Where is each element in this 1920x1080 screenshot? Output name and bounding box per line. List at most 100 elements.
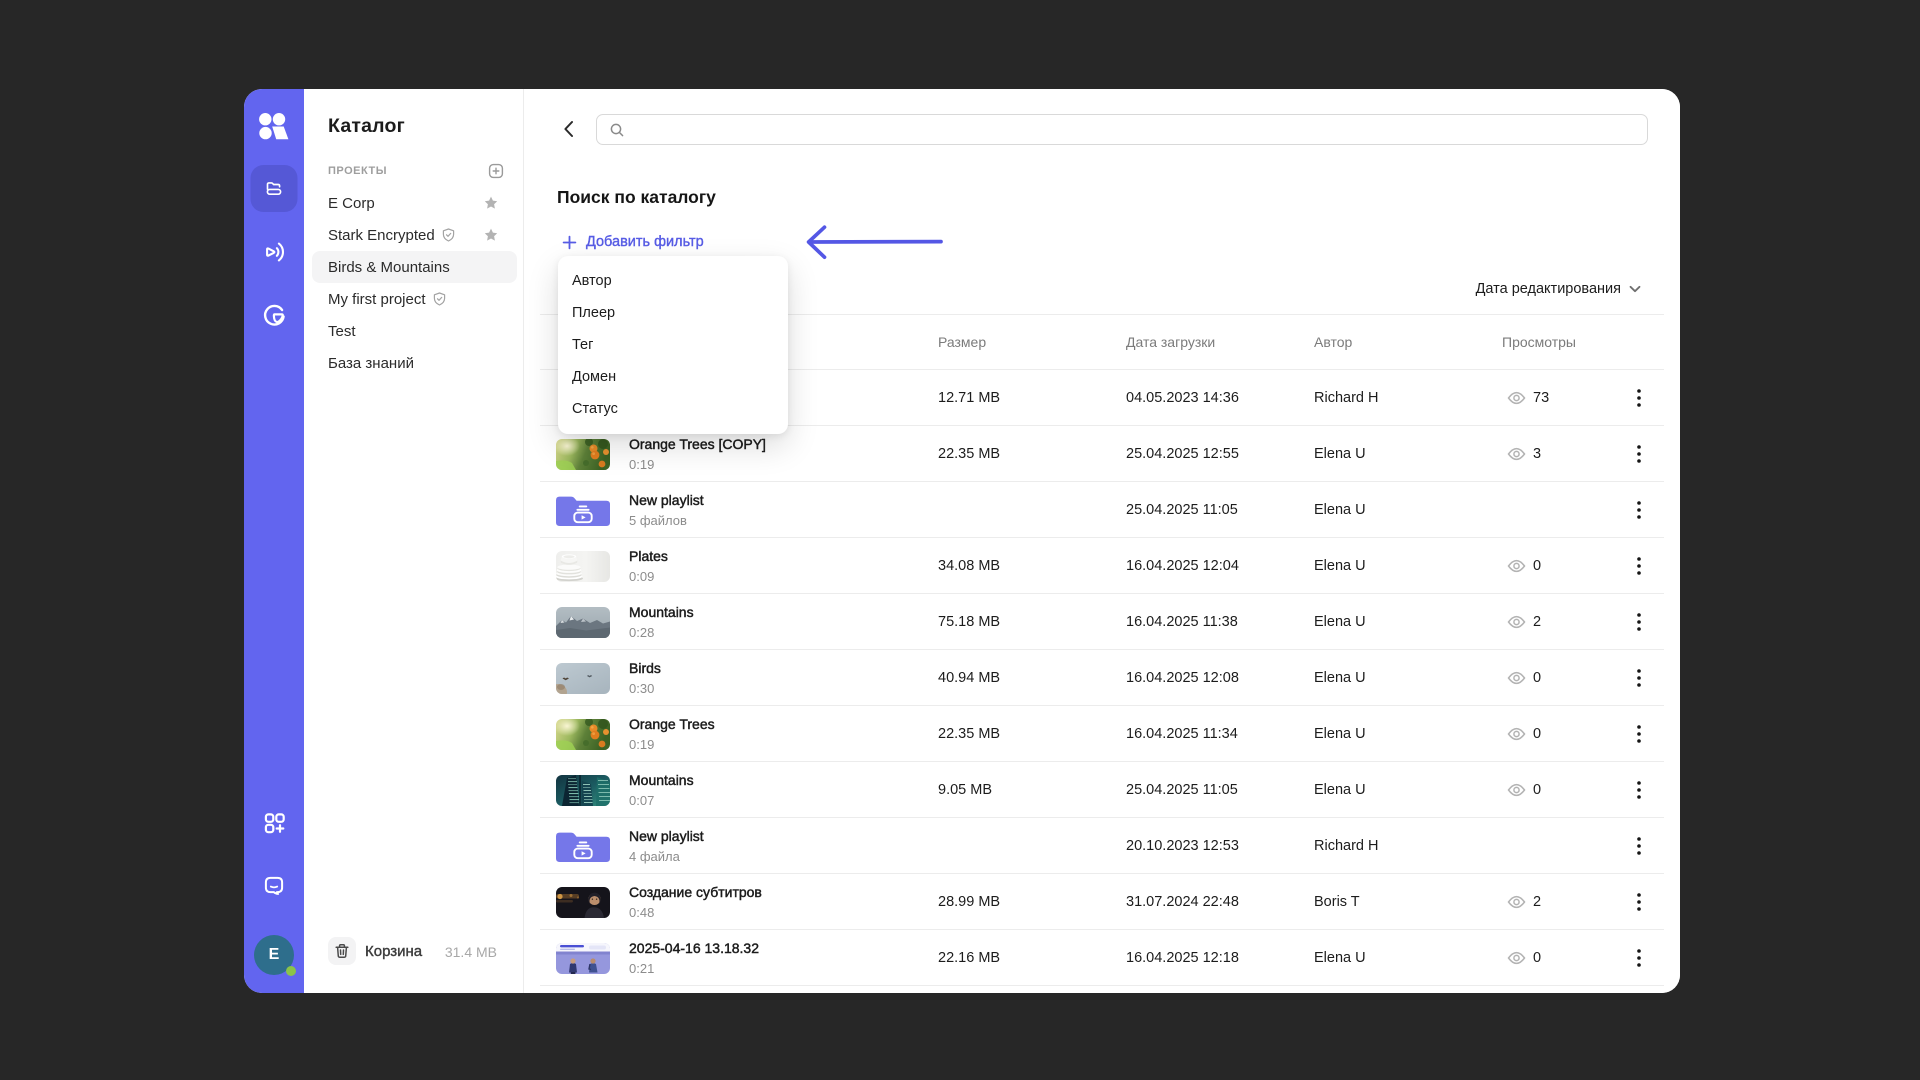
sidebar-project-6[interactable]: База знаний — [312, 347, 517, 379]
sidebar-project-2[interactable]: Stark Encrypted — [312, 219, 517, 251]
eye-icon — [1507, 727, 1526, 741]
sidebar-project-4[interactable]: My first project — [312, 283, 517, 315]
item-author: Elena U — [1314, 482, 1366, 537]
filter-option-2[interactable]: Плеер — [558, 297, 788, 329]
item-size: 40.94 MB — [938, 650, 1000, 705]
row-menu-button[interactable] — [1629, 370, 1649, 425]
video-thumbnail — [556, 439, 610, 470]
table-row-2[interactable]: Orange Trees [COPY]0:1922.35 MB25.04.202… — [540, 426, 1664, 482]
row-menu-button[interactable] — [1629, 482, 1649, 537]
table-row-4[interactable]: Plates0:0934.08 MB16.04.2025 12:04Elena … — [540, 538, 1664, 594]
kinescope-logo — [259, 113, 289, 140]
table-row-10[interactable]: Создание субтитров0:4828.99 MB31.07.2024… — [540, 874, 1664, 930]
item-date: 20.10.2023 12:53 — [1126, 818, 1239, 873]
item-duration: 0:09 — [629, 569, 668, 584]
header-views: Просмотры — [1502, 315, 1576, 369]
nav-chat-button[interactable] — [251, 862, 298, 909]
row-menu-button[interactable] — [1629, 930, 1649, 985]
nav-player-button[interactable] — [251, 228, 298, 275]
item-name-cell: Mountains0:07 — [629, 772, 694, 808]
kebab-icon — [1637, 445, 1641, 463]
online-status-dot — [286, 966, 296, 976]
item-title: Birds — [629, 660, 661, 677]
table-row-9[interactable]: New playlist4 файла20.10.2023 12:53Richa… — [540, 818, 1664, 874]
star-icon[interactable] — [484, 228, 498, 242]
row-menu-button[interactable] — [1629, 874, 1649, 929]
project-label: E Corp — [328, 195, 375, 212]
item-duration: 0:19 — [629, 457, 766, 472]
views-count: 0 — [1533, 782, 1541, 798]
sidebar-title: Каталог — [328, 115, 405, 138]
table-row-5[interactable]: Mountains0:2875.18 MB16.04.2025 11:38Ele… — [540, 594, 1664, 650]
filter-option-1[interactable]: Автор — [558, 265, 788, 297]
sidebar-project-5[interactable]: Test — [312, 315, 517, 347]
item-date: 25.04.2025 12:55 — [1126, 426, 1239, 481]
item-date: 16.04.2025 12:18 — [1126, 930, 1239, 985]
analytics-g-icon — [261, 302, 287, 328]
search-icon — [609, 122, 625, 138]
eye-icon — [1507, 671, 1526, 685]
row-menu-button[interactable] — [1629, 650, 1649, 705]
project-label: My first project — [328, 291, 426, 308]
item-name-cell: New playlist5 файлов — [629, 492, 704, 528]
add-project-button[interactable] — [488, 163, 504, 179]
item-size: 34.08 MB — [938, 538, 1000, 593]
filter-option-5[interactable]: Статус — [558, 393, 788, 425]
item-duration: 0:21 — [629, 961, 759, 976]
row-menu-button[interactable] — [1629, 818, 1649, 873]
item-date: 16.04.2025 12:04 — [1126, 538, 1239, 593]
search-bar[interactable] — [596, 114, 1648, 145]
projects-list: E Corp Stark Encrypted Birds & Mountains… — [304, 187, 523, 379]
item-name-cell: Mountains 0:28 — [629, 604, 694, 640]
app-window: E Каталог ПРОЕКТЫ E Corp Stark Encrypted… — [244, 89, 1680, 993]
kebab-icon — [1637, 893, 1641, 911]
sidebar-project-3[interactable]: Birds & Mountains — [312, 251, 517, 283]
item-files-count: 5 файлов — [629, 513, 704, 528]
page-title: Поиск по каталогу — [557, 187, 716, 208]
item-size: 22.16 MB — [938, 930, 1000, 985]
nav-catalog-button[interactable] — [251, 165, 298, 212]
eye-icon — [1507, 559, 1526, 573]
add-filter-button[interactable]: Добавить фильтр — [562, 231, 704, 253]
table-row-11[interactable]: 2025-04-16 13.18.320:2122.16 MB16.04.202… — [540, 930, 1664, 986]
views-count: 3 — [1533, 446, 1541, 462]
row-menu-button[interactable] — [1629, 594, 1649, 649]
item-title: Orange Trees — [629, 716, 715, 733]
user-avatar[interactable]: E — [254, 935, 294, 975]
nav-apps-button[interactable] — [251, 799, 298, 846]
plus-square-icon — [488, 163, 504, 179]
table-row-7[interactable]: Orange Trees0:1922.35 MB16.04.2025 11:34… — [540, 706, 1664, 762]
kebab-icon — [1637, 669, 1641, 687]
filter-option-3[interactable]: Тег — [558, 329, 788, 361]
chevron-left-icon — [563, 120, 574, 138]
sidebar: Каталог ПРОЕКТЫ E Corp Stark Encrypted B… — [304, 89, 524, 993]
table-row-6[interactable]: Birds0:3040.94 MB16.04.2025 12:08Elena U… — [540, 650, 1664, 706]
item-title: Mountains — [629, 604, 694, 621]
table-row-3[interactable]: New playlist5 файлов25.04.2025 11:05Elen… — [540, 482, 1664, 538]
item-author: Richard H — [1314, 370, 1378, 425]
search-input[interactable] — [633, 122, 1647, 138]
sidebar-project-1[interactable]: E Corp — [312, 187, 517, 219]
item-duration: 0:28 — [629, 625, 694, 640]
item-views-cell: 0 — [1507, 538, 1541, 593]
item-author: Elena U — [1314, 930, 1366, 985]
sort-control[interactable]: Дата редактирования — [1476, 279, 1641, 299]
kebab-icon — [1637, 501, 1641, 519]
filter-option-4[interactable]: Домен — [558, 361, 788, 393]
row-menu-button[interactable] — [1629, 538, 1649, 593]
trash-button[interactable] — [328, 937, 356, 965]
item-author: Elena U — [1314, 762, 1366, 817]
chat-icon — [263, 874, 286, 897]
annotation-arrow-left — [800, 219, 950, 265]
star-icon[interactable] — [484, 196, 498, 210]
item-title: New playlist — [629, 828, 704, 845]
table-row-8[interactable]: Mountains0:079.05 MB25.04.2025 11:05Elen… — [540, 762, 1664, 818]
back-button[interactable] — [557, 118, 579, 140]
kebab-icon — [1637, 837, 1641, 855]
row-menu-button[interactable] — [1629, 706, 1649, 761]
row-menu-button[interactable] — [1629, 762, 1649, 817]
nav-analytics-button[interactable] — [251, 291, 298, 338]
row-menu-button[interactable] — [1629, 426, 1649, 481]
item-size: 22.35 MB — [938, 706, 1000, 761]
item-title: Plates — [629, 548, 668, 565]
